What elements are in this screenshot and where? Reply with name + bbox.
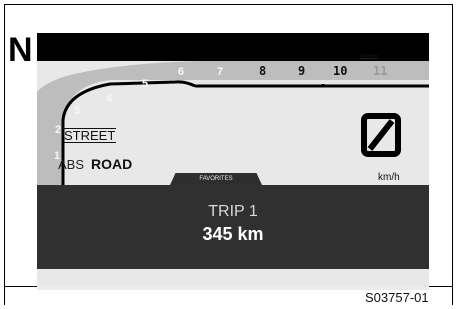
abs-label: ABS [58,157,85,172]
rpm-tick-2: 2 [55,124,62,136]
rpm-tick-3: 3 [74,105,81,117]
rpm-tick-11: 11 [373,64,388,78]
trip-value: 345 km [202,224,264,244]
figure-id: S03757-01 [365,290,429,305]
bottom-strip [37,269,429,286]
rpm-tick-8: 8 [259,64,267,78]
riding-mode: STREET [63,128,117,143]
zero-slash-icon [361,113,401,157]
rpm-tick-5: 5 [142,78,149,90]
clock: 10:45 [45,37,79,51]
speed-unit: km/h [378,172,400,183]
trip-title: TRIP 1 [208,203,258,220]
favorites-tab[interactable]: FAVORITES [170,173,262,185]
rpm-tick-7: 7 [217,66,224,78]
abs-mode: ROAD [91,156,133,172]
rpm-tick-9: 9 [298,64,306,78]
gear-indicator: N [8,31,33,69]
rpm-tick-6: 6 [178,66,185,78]
rpm-tick-4: 4 [106,93,113,105]
rpm-unit: x1000rpm [360,53,378,58]
rpm-tick-10: 10 [333,64,348,78]
